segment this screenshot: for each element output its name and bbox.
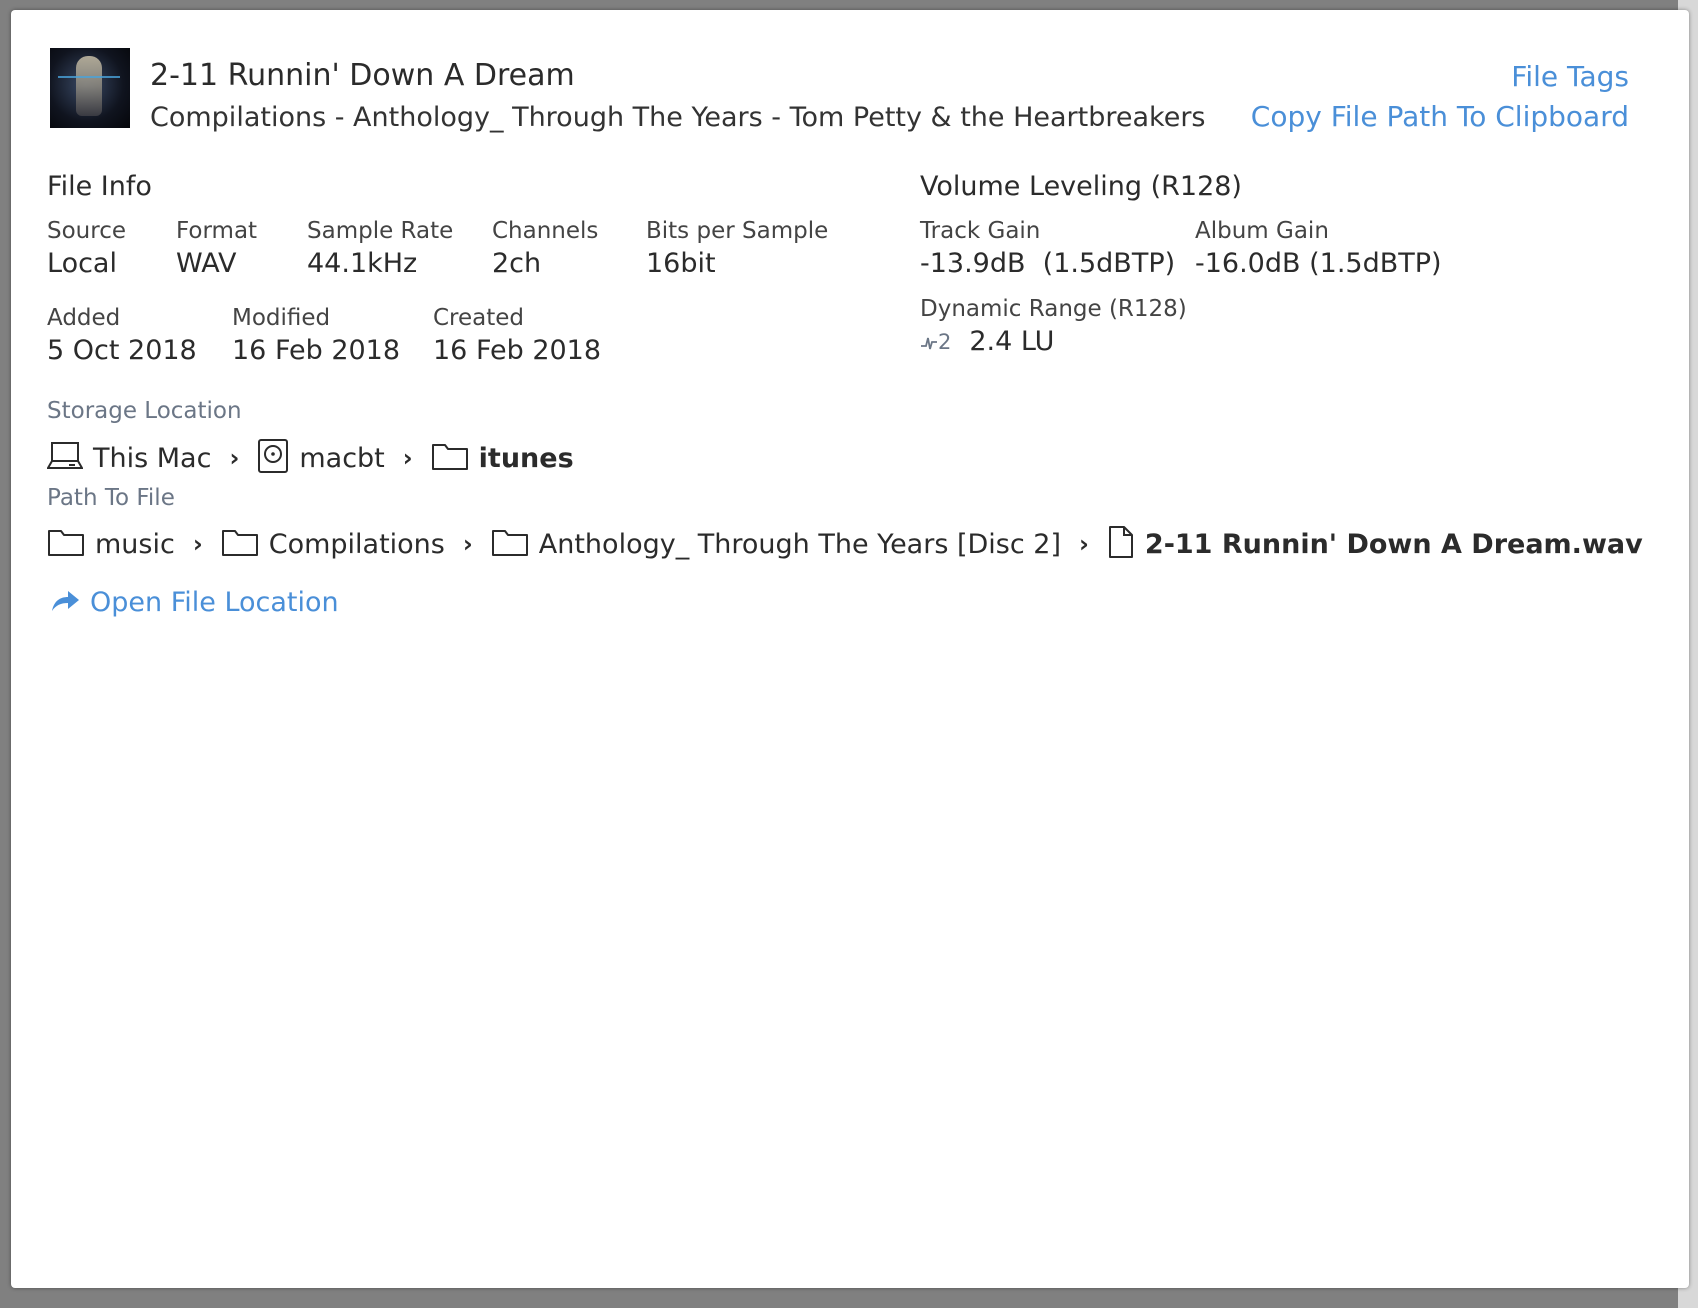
crumb-anthology[interactable]: Anthology_ Through The Years [Disc 2] — [491, 527, 1061, 561]
storage-breadcrumb: This Mac › macbt › itunes — [46, 438, 574, 478]
chevron-right-icon: › — [1079, 530, 1089, 558]
folder-icon — [431, 441, 469, 475]
crumb-music[interactable]: music — [47, 527, 175, 561]
path-breadcrumb: music › Compilations › Anthology_ Throug… — [47, 525, 1643, 563]
crumb-itunes[interactable]: itunes — [431, 441, 574, 475]
hard-drive-icon — [257, 438, 289, 478]
chevron-right-icon: › — [192, 530, 203, 558]
crumb-compilations[interactable]: Compilations — [221, 527, 445, 561]
album-art-text-line — [58, 76, 120, 78]
added-label: Added — [47, 305, 121, 331]
crumb-label: This Mac — [93, 442, 212, 474]
crumb-this-mac[interactable]: This Mac — [46, 441, 212, 475]
dynamic-range-icon: 2 — [920, 330, 951, 354]
source-label: Source — [47, 218, 126, 244]
track-subtitle: Compilations - Anthology_ Through The Ye… — [150, 102, 1206, 133]
added-value: 5 Oct 2018 — [47, 335, 197, 366]
dynamic-range-row: 2 2.4 LU — [920, 326, 1054, 357]
chevron-right-icon: › — [402, 444, 413, 472]
volume-leveling-heading: Volume Leveling (R128) — [920, 171, 1242, 202]
channels-label: Channels — [492, 218, 599, 244]
created-label: Created — [433, 305, 525, 331]
share-arrow-icon — [50, 589, 80, 617]
album-art-figure — [76, 56, 102, 116]
created-value: 16 Feb 2018 — [433, 335, 602, 366]
storage-location-heading: Storage Location — [47, 398, 242, 424]
sample-rate-label: Sample Rate — [307, 218, 454, 244]
format-label: Format — [176, 218, 258, 244]
folder-icon — [221, 527, 259, 561]
album-art — [50, 48, 130, 128]
dynamic-range-value: 2.4 LU — [969, 326, 1055, 357]
album-gain-label: Album Gain — [1195, 218, 1329, 244]
album-gain-value: -16.0dB (1.5dBTP) — [1195, 248, 1442, 279]
open-file-location[interactable]: Open File Location — [50, 587, 339, 618]
crumb-label: music — [95, 528, 175, 560]
chevron-right-icon: › — [462, 530, 473, 558]
folder-icon — [491, 527, 529, 561]
track-gain-label: Track Gain — [920, 218, 1041, 244]
dynamic-range-icon-text: 2 — [938, 329, 952, 354]
file-info-heading: File Info — [47, 171, 152, 202]
track-gain-value: -13.9dB (1.5dBTP) — [920, 248, 1176, 279]
file-tags-link[interactable]: File Tags — [1511, 60, 1629, 93]
copy-file-path-link[interactable]: Copy File Path To Clipboard — [1251, 100, 1629, 133]
crumb-macbt[interactable]: macbt — [257, 438, 385, 478]
track-title: 2-11 Runnin' Down A Dream — [150, 58, 575, 93]
crumb-file[interactable]: 2-11 Runnin' Down A Dream.wav — [1107, 525, 1643, 563]
crumb-label: itunes — [478, 442, 574, 474]
chevron-right-icon: › — [229, 444, 240, 472]
sample-rate-value: 44.1kHz — [307, 248, 418, 279]
modified-value: 16 Feb 2018 — [232, 335, 401, 366]
open-file-location-link[interactable]: Open File Location — [90, 587, 339, 618]
channels-value: 2ch — [492, 248, 542, 279]
source-value: Local — [47, 248, 117, 279]
crumb-label: 2-11 Runnin' Down A Dream.wav — [1144, 528, 1643, 560]
format-value: WAV — [176, 248, 237, 279]
crumb-label: Compilations — [268, 528, 445, 560]
path-to-file-heading: Path To File — [47, 485, 175, 511]
bits-per-sample-label: Bits per Sample — [646, 218, 829, 244]
file-info-dialog: 2-11 Runnin' Down A Dream Compilations -… — [11, 10, 1689, 1288]
crumb-label: macbt — [299, 442, 385, 474]
folder-icon — [47, 527, 85, 561]
bits-per-sample-value: 16bit — [646, 248, 716, 279]
crumb-label: Anthology_ Through The Years [Disc 2] — [538, 528, 1062, 560]
modified-label: Modified — [232, 305, 331, 331]
laptop-icon — [46, 441, 84, 475]
file-icon — [1107, 525, 1135, 563]
dynamic-range-label: Dynamic Range (R128) — [920, 296, 1187, 322]
